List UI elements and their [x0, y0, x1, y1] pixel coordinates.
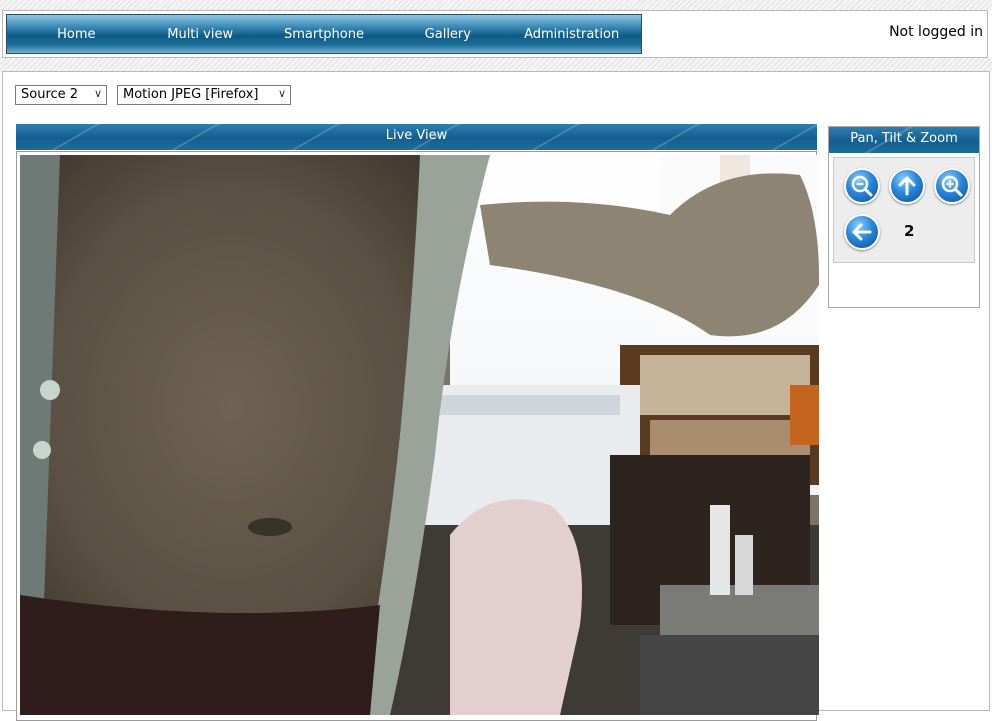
ptz-title: Pan, Tilt & Zoom [850, 131, 958, 146]
zoom-in-icon [941, 175, 963, 197]
chevron-down-icon: ∨ [277, 87, 286, 100]
webcam-image [20, 155, 819, 715]
nav-smartphone[interactable]: Smartphone [255, 27, 394, 42]
main-navigation: Home Multi view Smartphone Gallery Admin… [6, 14, 642, 54]
stream-format-select[interactable]: Motion JPEG [Firefox] ∨ [117, 85, 291, 105]
main-hatch-background [0, 58, 992, 72]
ptz-preset-label: 2 [904, 222, 915, 240]
pan-left-button[interactable] [844, 214, 880, 250]
nav-home[interactable]: Home [7, 27, 146, 42]
arrow-up-icon [898, 176, 916, 196]
live-view-title: Live View [385, 128, 448, 143]
live-view-title-bar: Live View [16, 124, 817, 150]
source-select[interactable]: Source 2 ∨ [15, 85, 107, 105]
source-select-value: Source 2 [21, 87, 79, 102]
ptz-title-bar: Pan, Tilt & Zoom [829, 127, 979, 153]
tilt-up-button[interactable] [889, 168, 925, 204]
chevron-down-icon: ∨ [93, 87, 102, 100]
login-status: Not logged in [889, 24, 983, 40]
main-panel: Source 2 ∨ Motion JPEG [Firefox] ∨ Live … [2, 71, 990, 721]
ptz-panel: Pan, Tilt & Zoom 2 [828, 126, 980, 308]
zoom-in-button[interactable] [934, 168, 970, 204]
nav-gallery[interactable]: Gallery [393, 27, 502, 42]
zoom-out-button[interactable] [844, 168, 880, 204]
live-view-frame [16, 151, 819, 721]
ptz-controls: 2 [833, 157, 975, 263]
arrow-left-icon [852, 223, 872, 241]
nav-administration[interactable]: Administration [502, 27, 641, 42]
top-bar: Home Multi view Smartphone Gallery Admin… [2, 10, 988, 58]
nav-multi-view[interactable]: Multi view [146, 27, 255, 42]
stream-format-select-value: Motion JPEG [Firefox] [123, 87, 259, 102]
top-hatch-background [0, 0, 992, 10]
live-video-stream[interactable] [20, 155, 819, 715]
zoom-out-icon [851, 175, 873, 197]
